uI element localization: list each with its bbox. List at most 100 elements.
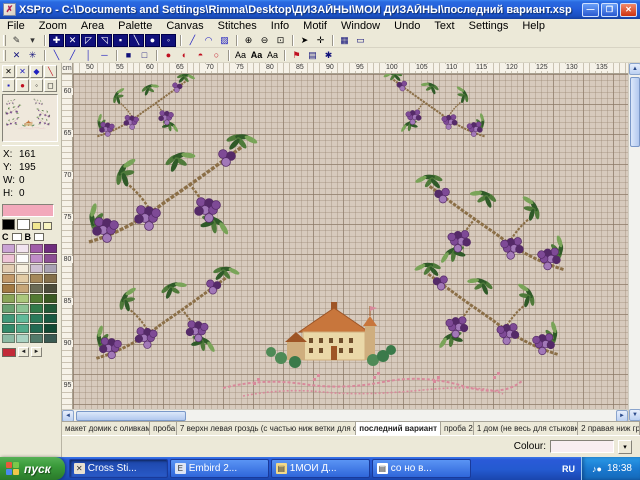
pattern-tab[interactable]: проба bbox=[150, 422, 177, 435]
scroll-down-button[interactable]: ▼ bbox=[629, 409, 640, 421]
palette-swatch[interactable] bbox=[44, 314, 57, 323]
tool-quarter[interactable]: ◆ bbox=[30, 65, 43, 78]
palette-swatch[interactable] bbox=[30, 314, 43, 323]
palette-swatch[interactable] bbox=[16, 244, 29, 253]
pencil-tool-icon[interactable]: ✎ bbox=[9, 34, 24, 47]
minimize-button[interactable]: — bbox=[582, 3, 599, 17]
full-stitch-icon[interactable]: ✚ bbox=[49, 34, 64, 47]
palette-swatch[interactable] bbox=[2, 334, 15, 343]
palette-scroll-right-button[interactable]: ► bbox=[31, 347, 42, 357]
pattern-tab[interactable]: 1 дом (не весь для стыковки) bbox=[474, 422, 578, 435]
palette-swatch[interactable] bbox=[2, 264, 15, 273]
palette-swatch[interactable] bbox=[30, 334, 43, 343]
menu-file[interactable]: File bbox=[0, 19, 32, 33]
menu-text[interactable]: Text bbox=[427, 19, 461, 33]
curve-tool-icon[interactable]: ◠ bbox=[201, 34, 216, 47]
menu-info[interactable]: Info bbox=[264, 19, 296, 33]
palette-swatch[interactable] bbox=[44, 274, 57, 283]
task-button[interactable]: EEmbird 2... bbox=[170, 459, 269, 478]
task-button[interactable]: ✕Cross Sti... bbox=[69, 459, 168, 478]
fill-tool-icon[interactable]: ▨ bbox=[217, 34, 232, 47]
pattern-tab[interactable]: 2 правая ниж гр. bbox=[578, 422, 640, 435]
palette-swatch[interactable] bbox=[30, 284, 43, 293]
circle-outline-icon[interactable]: ○ bbox=[209, 49, 224, 62]
palette-grid-icon[interactable]: ▤ bbox=[305, 49, 320, 62]
pattern-tab[interactable]: макет домик с оливками bbox=[62, 422, 150, 435]
grid-toggle-icon[interactable]: ▦ bbox=[337, 34, 352, 47]
palette-swatch[interactable] bbox=[2, 304, 15, 313]
back-stitch-icon[interactable]: ╲ bbox=[129, 34, 144, 47]
basic-colour-swatch[interactable] bbox=[2, 219, 15, 230]
zoom-in-icon[interactable]: ⊕ bbox=[241, 34, 256, 47]
menu-help[interactable]: Help bbox=[515, 19, 552, 33]
backstitch-horiz-icon[interactable]: ─ bbox=[97, 49, 112, 62]
select-arrow-icon[interactable]: ➤ bbox=[297, 34, 312, 47]
knot-icon[interactable]: ✱ bbox=[321, 49, 336, 62]
palette-swatch[interactable] bbox=[16, 284, 29, 293]
close-button[interactable]: ✕ bbox=[620, 3, 637, 17]
pattern-tab[interactable]: 7 верхн левая гроздь (с частью ниж ветки… bbox=[177, 422, 356, 435]
text-bold-icon[interactable]: Aa bbox=[249, 49, 264, 62]
basic-colour-swatch[interactable] bbox=[43, 222, 52, 230]
square-outline-icon[interactable]: □ bbox=[137, 49, 152, 62]
palette-swatch[interactable] bbox=[16, 264, 29, 273]
palette-swatch[interactable] bbox=[44, 284, 57, 293]
horizontal-scroll-thumb[interactable] bbox=[76, 411, 186, 421]
palette-swatch[interactable] bbox=[16, 254, 29, 263]
palette-swatch[interactable] bbox=[2, 314, 15, 323]
menu-area[interactable]: Area bbox=[74, 19, 111, 33]
palette-swatch[interactable] bbox=[30, 294, 43, 303]
pattern-tab[interactable]: последний вариант bbox=[356, 422, 441, 435]
tool-full-cross[interactable]: ✕ bbox=[2, 65, 15, 78]
tool-knot[interactable]: ● bbox=[16, 79, 29, 92]
selected-colour-swatch[interactable] bbox=[2, 204, 54, 217]
french-knot-icon[interactable]: ● bbox=[145, 34, 160, 47]
zoom-out-icon[interactable]: ⊖ bbox=[257, 34, 272, 47]
square-solid-icon[interactable]: ■ bbox=[121, 49, 136, 62]
palette-swatch[interactable] bbox=[44, 244, 57, 253]
vertical-scrollbar[interactable]: ▲ ▼ bbox=[628, 63, 640, 421]
palette-swatch[interactable] bbox=[44, 264, 57, 273]
language-indicator[interactable]: RU bbox=[556, 464, 581, 474]
pencil-dropdown-icon[interactable]: ▾ bbox=[25, 34, 40, 47]
taskbar-clock[interactable]: 18:38 bbox=[607, 463, 632, 474]
start-button[interactable]: пуск bbox=[0, 457, 65, 480]
quarter-stitch-icon[interactable]: ◸ bbox=[81, 34, 96, 47]
backstitch-up-icon[interactable]: ╱ bbox=[65, 49, 80, 62]
palette-swatch[interactable] bbox=[16, 274, 29, 283]
circle-top-icon[interactable]: ◓ bbox=[193, 49, 208, 62]
palette-swatch[interactable] bbox=[44, 324, 57, 333]
maximize-button[interactable]: ❐ bbox=[601, 3, 618, 17]
half-stitch-icon[interactable]: ✕ bbox=[65, 34, 80, 47]
task-button[interactable]: ▤со но в... bbox=[372, 459, 471, 478]
palette-swatch[interactable] bbox=[16, 324, 29, 333]
double-stitch-icon[interactable]: ✳ bbox=[25, 49, 40, 62]
backstitch-down-icon[interactable]: ╲ bbox=[49, 49, 64, 62]
cross-stitch-icon[interactable]: ✕ bbox=[9, 49, 24, 62]
circle-half-icon[interactable]: ◐ bbox=[177, 49, 192, 62]
palette-swatch[interactable] bbox=[30, 274, 43, 283]
palette-swatch[interactable] bbox=[2, 254, 15, 263]
tool-bead[interactable]: ◦ bbox=[30, 79, 43, 92]
task-button[interactable]: ▤1МОИ Д... bbox=[271, 459, 370, 478]
status-icon[interactable]: ● bbox=[597, 464, 602, 474]
blend-column-box[interactable] bbox=[34, 233, 44, 241]
palette-swatch[interactable] bbox=[2, 284, 15, 293]
scroll-up-button[interactable]: ▲ bbox=[629, 63, 640, 75]
colour-column-box[interactable] bbox=[12, 233, 22, 241]
menu-undo[interactable]: Undo bbox=[387, 19, 427, 33]
palette-swatch[interactable] bbox=[44, 254, 57, 263]
menu-motif[interactable]: Motif bbox=[296, 19, 334, 33]
palette-swatch[interactable] bbox=[30, 244, 43, 253]
pattern-preview[interactable] bbox=[2, 94, 58, 142]
pattern-tab[interactable]: проба 2 bbox=[441, 422, 474, 435]
bead-icon[interactable]: ◦ bbox=[161, 34, 176, 47]
menu-window[interactable]: Window bbox=[334, 19, 387, 33]
palette-swatch[interactable] bbox=[2, 294, 15, 303]
text-latin-icon[interactable]: Aa bbox=[233, 49, 248, 62]
basic-colour-swatch[interactable] bbox=[17, 219, 30, 230]
three-quarter-stitch-icon[interactable]: ◹ bbox=[97, 34, 112, 47]
palette-swatch[interactable] bbox=[30, 324, 43, 333]
menu-palette[interactable]: Palette bbox=[111, 19, 159, 33]
vertical-scroll-thumb[interactable] bbox=[630, 77, 640, 147]
